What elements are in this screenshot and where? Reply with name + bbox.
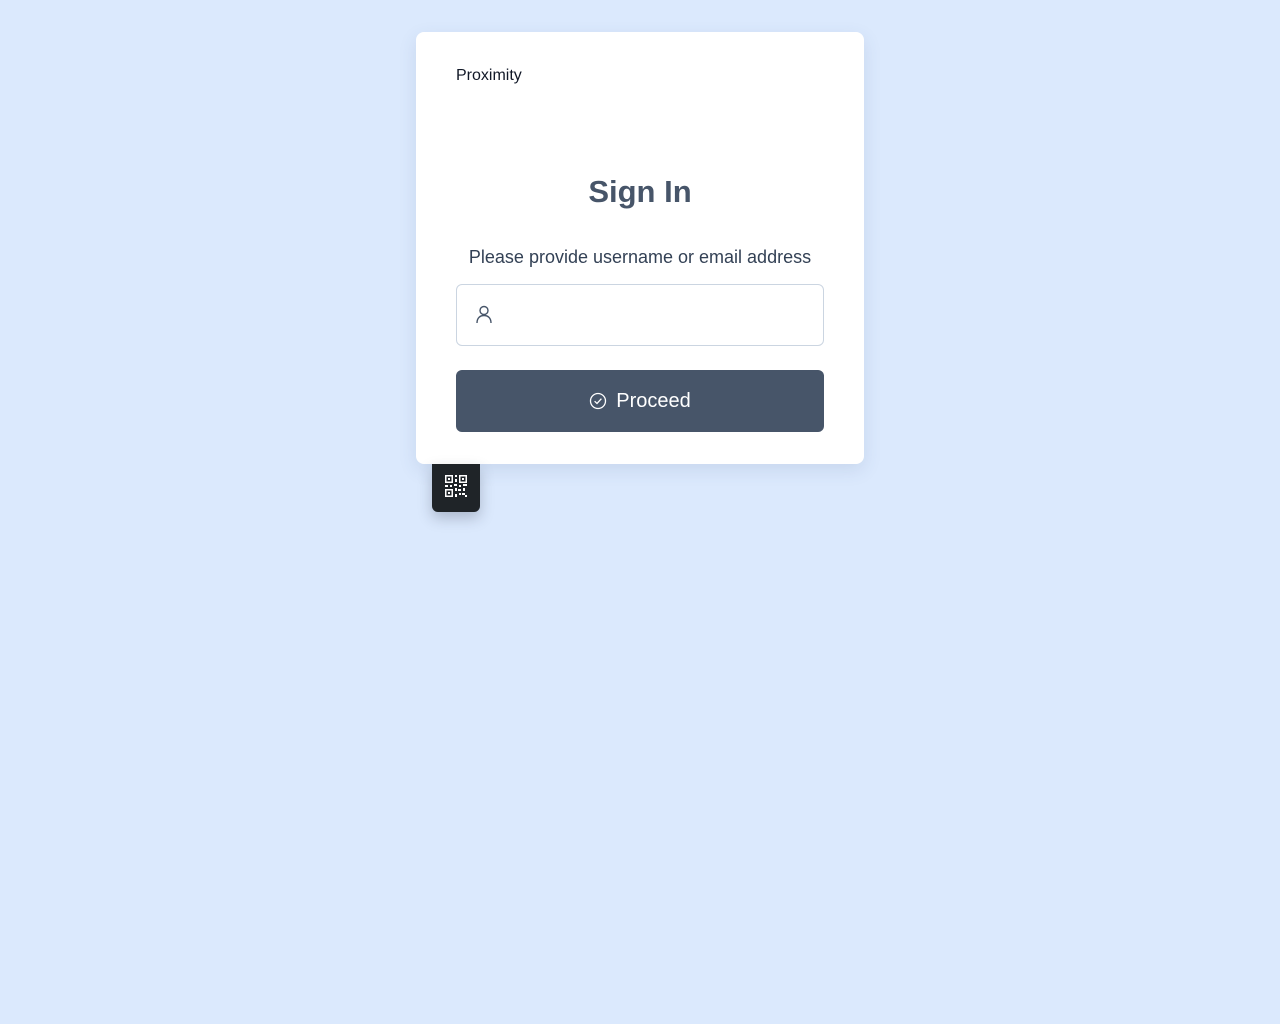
user-icon [474, 304, 494, 324]
qr-code-button[interactable] [432, 464, 480, 512]
page-title: Sign In [588, 174, 692, 209]
check-circle-icon [589, 392, 607, 410]
username-field[interactable] [456, 284, 824, 347]
proceed-label: Proceed [616, 389, 691, 412]
brand-name: Proximity [456, 67, 522, 84]
qr-code-icon [445, 474, 467, 502]
username-input[interactable] [509, 285, 813, 347]
proceed-button[interactable]: Proceed [456, 370, 824, 432]
signin-prompt: Please provide username or email address [468, 247, 812, 267]
signin-card: Proximity Sign In Please provide usernam… [416, 32, 864, 464]
